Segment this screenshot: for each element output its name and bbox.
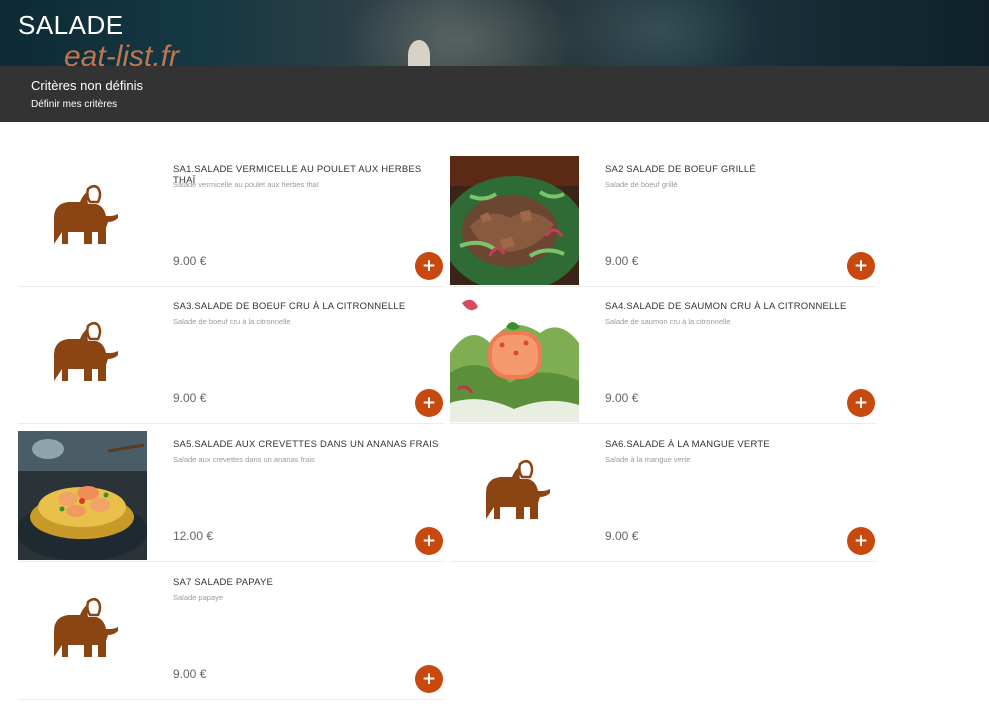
- menu-item-card[interactable]: SA7 SALADE PAPAYE Salade papaye 9.00 € +: [18, 569, 445, 700]
- add-to-cart-button[interactable]: +: [415, 389, 443, 417]
- item-description: Salade de saumon cru à la citronnelle: [605, 317, 731, 326]
- menu-item-card[interactable]: SA2 SALADE DE BOEUF GRILLÉ Salade de boe…: [450, 156, 877, 287]
- item-description: Salade de boeuf grillé: [605, 180, 678, 189]
- item-name: SA7 SALADE PAPAYE: [173, 577, 274, 588]
- item-price: 9.00 €: [605, 254, 639, 268]
- menu-item-card[interactable]: SA3.SALADE DE BOEUF CRU À LA CITRONNELLE…: [18, 293, 445, 424]
- menu-item-card[interactable]: SA4.SALADE DE SAUMON CRU À LA CITRONNELL…: [450, 293, 877, 424]
- item-description: Salade de boeuf cru à la citronnelle: [173, 317, 291, 326]
- elephant-placeholder-icon: [18, 156, 147, 285]
- item-description: Salade papaye: [173, 593, 224, 602]
- page-title: SALADE: [18, 10, 124, 40]
- hero-banner: SALADE eat-list.fr: [0, 0, 989, 66]
- menu-item-card[interactable]: SA6.SALADE À LA MANGUE VERTE Salade à la…: [450, 431, 877, 562]
- add-to-cart-button[interactable]: +: [847, 252, 875, 280]
- add-to-cart-button[interactable]: +: [847, 527, 875, 555]
- plus-icon: +: [853, 531, 869, 551]
- watermark: eat-list.fr: [64, 40, 180, 66]
- menu-item-card[interactable]: SA1.SALADE VERMICELLE AU POULET AUX HERB…: [18, 156, 445, 287]
- hero-elephant-shade: [340, 0, 580, 66]
- item-name: SA2 SALADE DE BOEUF GRILLÉ: [605, 164, 756, 175]
- item-name: SA4.SALADE DE SAUMON CRU À LA CITRONNELL…: [605, 301, 847, 312]
- add-to-cart-button[interactable]: +: [847, 389, 875, 417]
- plus-icon: +: [421, 669, 437, 689]
- beef-salad-photo: [450, 156, 579, 285]
- item-name: SA6.SALADE À LA MANGUE VERTE: [605, 439, 770, 450]
- item-price: 9.00 €: [173, 667, 207, 681]
- item-description: Salade aux crevettes dans un ananas frai…: [173, 455, 315, 464]
- item-name: SA3.SALADE DE BOEUF CRU À LA CITRONNELLE: [173, 301, 406, 312]
- item-price: 9.00 €: [173, 391, 207, 405]
- filter-bar: Critères non définis Définir mes critère…: [0, 66, 989, 122]
- plus-icon: +: [853, 393, 869, 413]
- hero-elephant-tusk: [408, 40, 430, 66]
- define-criteria-link[interactable]: Définir mes critères: [31, 99, 117, 110]
- plus-icon: +: [421, 256, 437, 276]
- item-price: 9.00 €: [605, 529, 639, 543]
- elephant-placeholder-icon: [450, 431, 579, 560]
- shrimp-pineapple-photo: [18, 431, 147, 560]
- menu-item-card[interactable]: SA5.SALADE AUX CREVETTES DANS UN ANANAS …: [18, 431, 445, 562]
- add-to-cart-button[interactable]: +: [415, 665, 443, 693]
- plus-icon: +: [421, 531, 437, 551]
- add-to-cart-button[interactable]: +: [415, 252, 443, 280]
- filter-status: Critères non définis: [31, 78, 143, 93]
- plus-icon: +: [421, 393, 437, 413]
- item-name: SA5.SALADE AUX CREVETTES DANS UN ANANAS …: [173, 439, 439, 450]
- item-description: Salade vermicelle au poulet aux herbes t…: [173, 180, 319, 189]
- item-description: Salade à la mangue verte: [605, 455, 691, 464]
- plus-icon: +: [853, 256, 869, 276]
- item-price: 9.00 €: [173, 254, 207, 268]
- add-to-cart-button[interactable]: +: [415, 527, 443, 555]
- item-price: 12.00 €: [173, 529, 214, 543]
- item-price: 9.00 €: [605, 391, 639, 405]
- salmon-tartare-photo: [450, 293, 579, 422]
- elephant-placeholder-icon: [18, 293, 147, 422]
- hero-background-shade: [560, 0, 760, 66]
- elephant-placeholder-icon: [18, 569, 147, 698]
